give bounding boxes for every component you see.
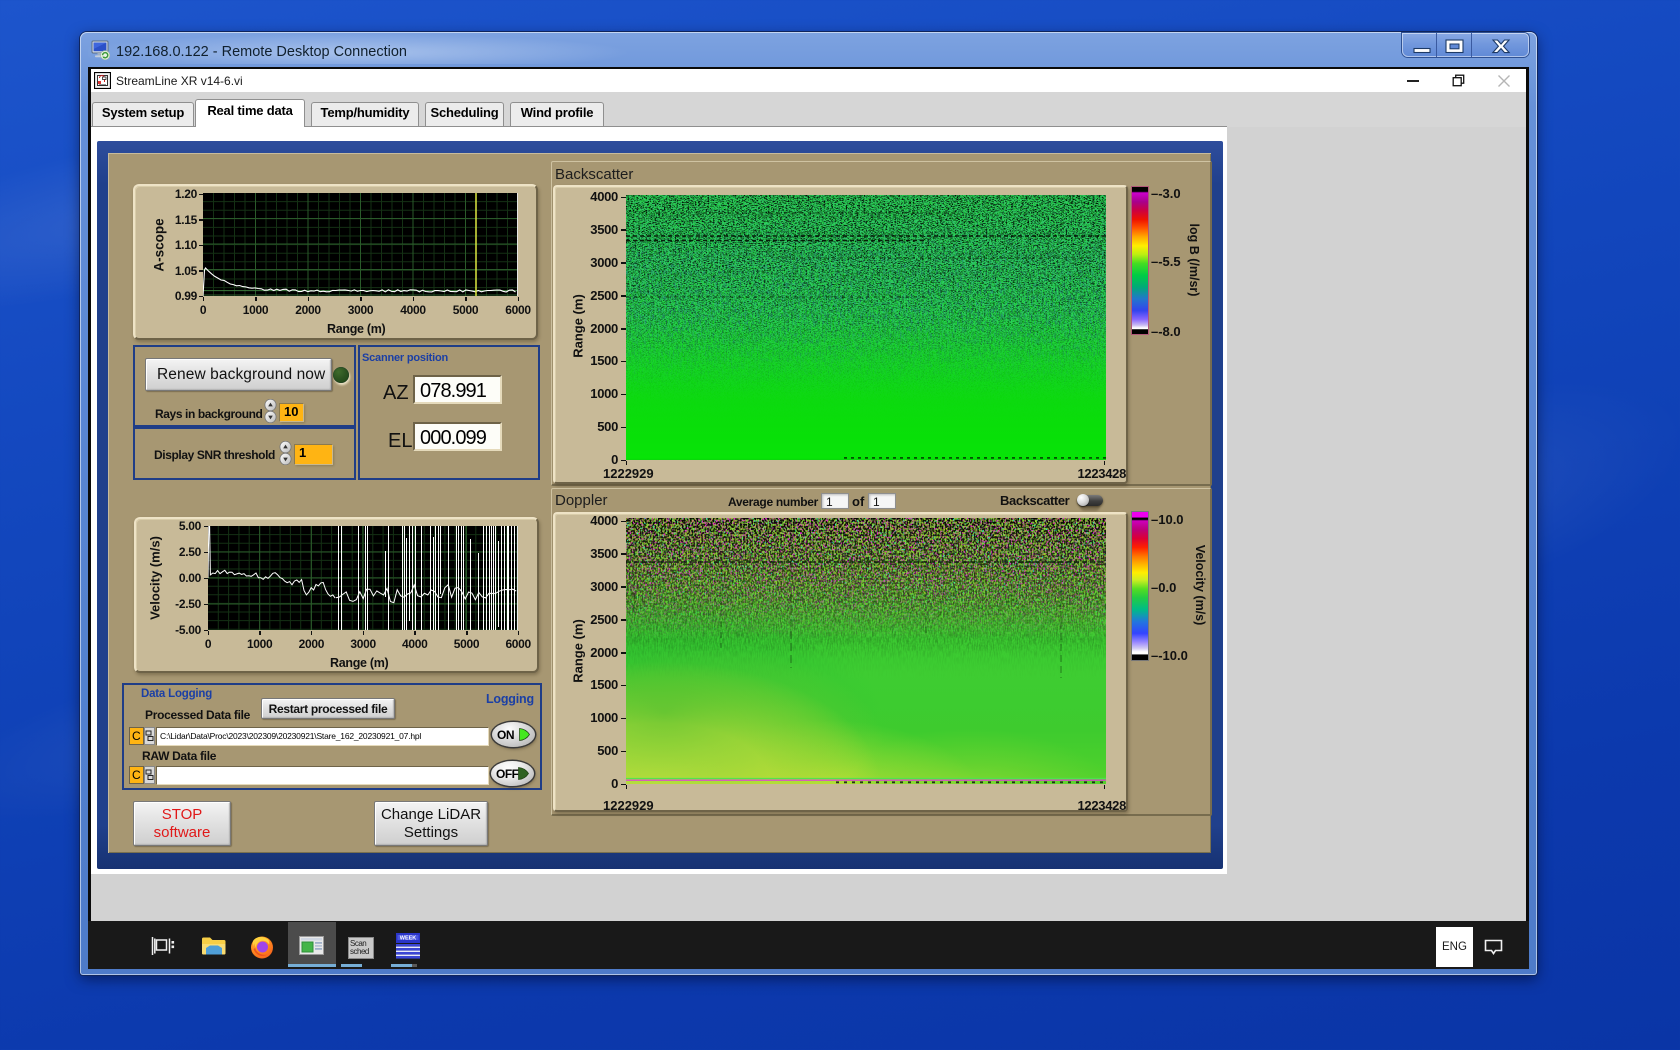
svg-text:WEEK: WEEK <box>400 936 417 942</box>
